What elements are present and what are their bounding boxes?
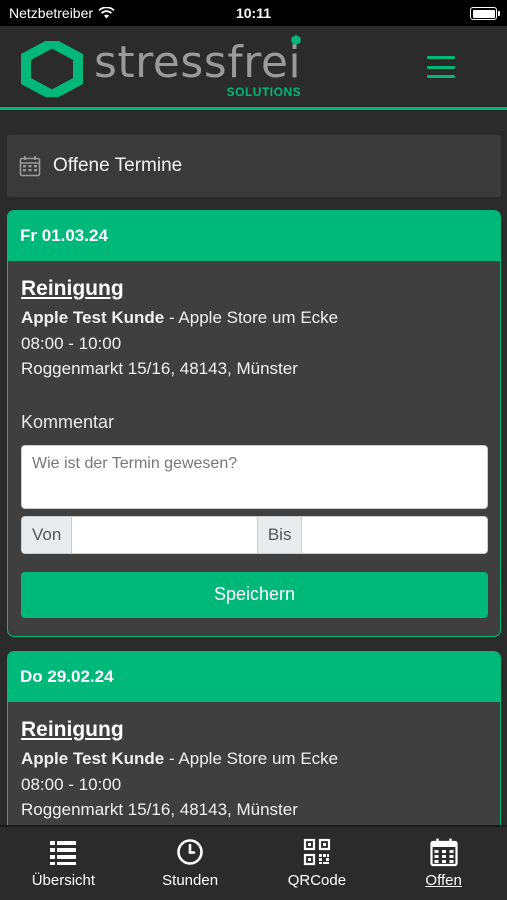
save-button[interactable]: Speichern xyxy=(21,571,488,618)
main-content[interactable]: Offene Termine Fr 01.03.24 Reinigung App… xyxy=(0,113,507,825)
nav-item-offen[interactable]: Offen xyxy=(380,827,507,900)
customer-location: Apple Store um Ecke xyxy=(178,749,339,768)
clock-icon xyxy=(177,839,203,865)
to-time-input[interactable] xyxy=(302,516,487,553)
menu-bar xyxy=(427,56,455,59)
nav-item-uebersicht[interactable]: Übersicht xyxy=(0,827,127,900)
logo-dot-icon xyxy=(291,35,301,45)
nav-label: Übersicht xyxy=(31,872,96,889)
battery-icon xyxy=(470,7,500,20)
calendar-icon xyxy=(430,838,458,867)
appointment-time: 08:00 - 10:00 xyxy=(21,774,122,794)
logo-subtitle: SOLUTIONS xyxy=(226,85,302,99)
logo-hexagon-icon xyxy=(21,41,83,97)
section-header: Offene Termine xyxy=(7,135,501,197)
customer-line: Apple Test Kunde - Apple Store um Ecke xyxy=(21,746,488,772)
nav-label: Offen xyxy=(425,872,462,889)
clock-time: 10:11 xyxy=(235,5,272,21)
comment-label: Kommentar xyxy=(21,411,115,432)
comment-textarea[interactable]: Wie ist der Termin gewesen? xyxy=(21,444,488,509)
qrcode-icon xyxy=(303,838,330,866)
menu-bar xyxy=(427,65,455,69)
appointment-date: Do 29.02.24 xyxy=(8,652,500,702)
nav-label: Stunden xyxy=(162,872,219,889)
appointment-address: Roggenmarkt 15/16, 48143, Münster xyxy=(21,800,298,819)
list-icon xyxy=(50,841,77,865)
from-time-input[interactable] xyxy=(72,516,257,553)
customer-name: Apple Test Kunde xyxy=(21,749,165,768)
app-header: stressfrei SOLUTIONS xyxy=(0,26,507,110)
appointment-card: Do 29.02.24 Reinigung Apple Test Kunde -… xyxy=(7,651,501,825)
logo-text: stressfrei SOLUTIONS xyxy=(94,35,302,99)
status-bar: Netzbetreiber 10:11 xyxy=(0,0,507,26)
service-title[interactable]: Reinigung xyxy=(21,277,488,301)
service-title[interactable]: Reinigung xyxy=(21,718,488,742)
section-title: Offene Termine xyxy=(53,155,183,176)
nav-item-qrcode[interactable]: QRCode xyxy=(254,827,381,900)
appointment-body: Reinigung Apple Test Kunde - Apple Store… xyxy=(8,261,500,636)
appointment-card: Fr 01.03.24 Reinigung Apple Test Kunde -… xyxy=(7,210,501,637)
nav-item-stunden[interactable]: Stunden xyxy=(127,827,254,900)
customer-separator: - xyxy=(164,749,179,768)
appointment-date: Fr 01.03.24 xyxy=(8,211,500,261)
nav-label: QRCode xyxy=(287,872,347,889)
appointment-body: Reinigung Apple Test Kunde - Apple Store… xyxy=(8,702,500,825)
customer-line: Apple Test Kunde - Apple Store um Ecke xyxy=(21,305,488,331)
from-label: Von xyxy=(22,516,73,553)
customer-separator: - xyxy=(164,308,179,327)
hamburger-menu-button[interactable] xyxy=(427,56,455,78)
calendar-icon xyxy=(19,156,41,177)
menu-bar xyxy=(427,75,455,78)
logo-word: stressfrei xyxy=(94,37,302,88)
appointment-address: Roggenmarkt 15/16, 48143, Münster xyxy=(21,359,298,378)
appointment-time: 08:00 - 10:00 xyxy=(21,333,122,353)
app-logo[interactable]: stressfrei SOLUTIONS xyxy=(20,35,302,99)
customer-location: Apple Store um Ecke xyxy=(178,308,339,327)
to-label: Bis xyxy=(256,516,303,553)
customer-name: Apple Test Kunde xyxy=(21,308,165,327)
bottom-navigation: Übersicht Stunden QRCode Offen xyxy=(0,825,507,900)
time-range-group: Von Bis xyxy=(21,515,488,554)
